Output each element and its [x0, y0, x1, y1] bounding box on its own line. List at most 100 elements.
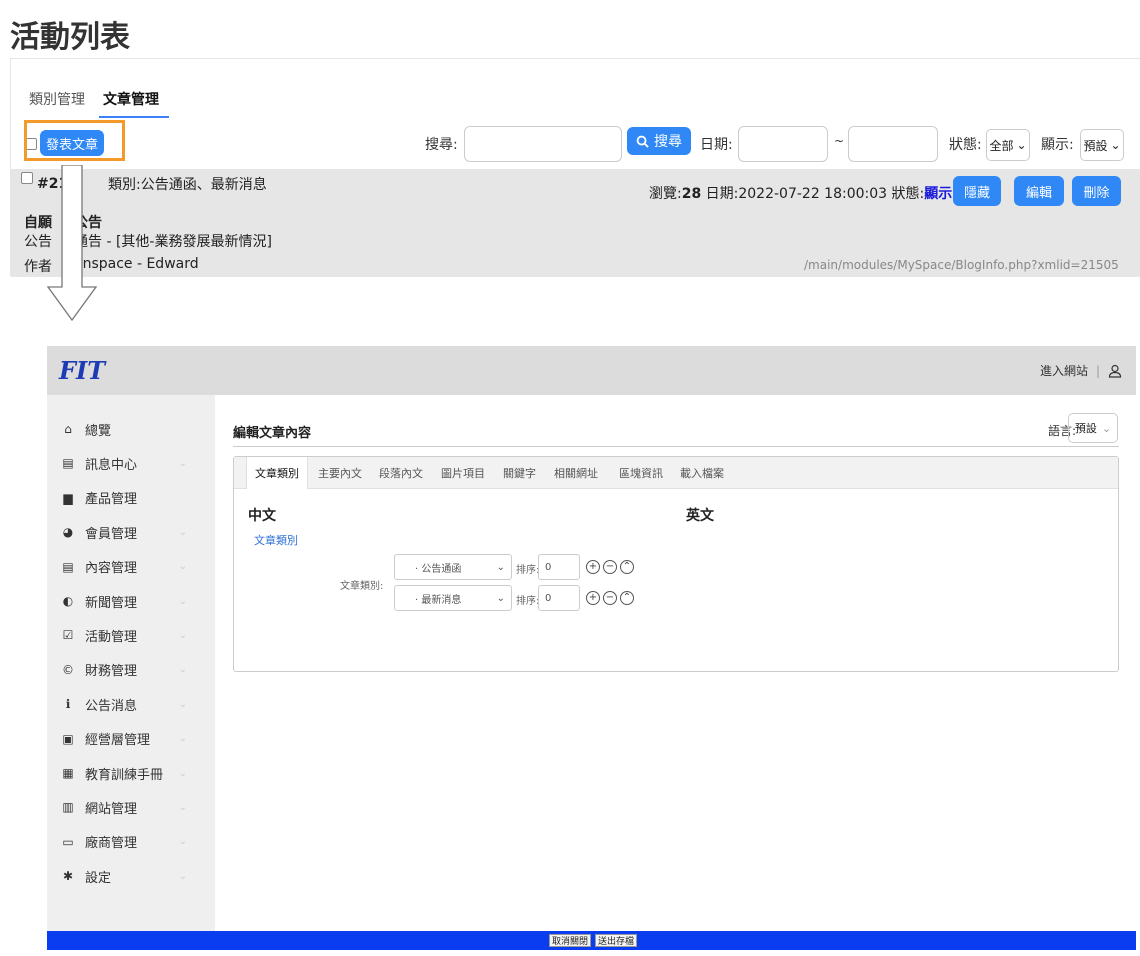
member-icon: ◕	[62, 525, 74, 540]
chevron-down-icon: ⌄	[178, 561, 187, 573]
up-circle-icon[interactable]: ⌃	[620, 591, 634, 605]
globe-icon: ◐	[62, 594, 74, 608]
views-label: 瀏覽:	[649, 186, 682, 202]
fit-logo[interactable]: FIT	[59, 356, 105, 385]
sidebar-item[interactable]: ▦ 教育訓練手冊 ⌄	[61, 763, 201, 783]
remove-circle-icon[interactable]: −	[603, 560, 617, 574]
sidebar-item[interactable]: ▭ 廠商管理 ⌄	[61, 832, 201, 852]
card-tab[interactable]: 相關網址	[554, 457, 598, 489]
sidebar-item-label: 新聞管理	[85, 595, 138, 611]
sort-input-2[interactable]: 0	[538, 585, 580, 611]
sidebar-item-label: 產品管理	[85, 492, 138, 508]
record-checkbox[interactable]	[21, 172, 33, 184]
add-circle-icon[interactable]: +	[586, 591, 600, 605]
delete-button[interactable]: 刪除	[1072, 176, 1121, 206]
display-label: 顯示:	[1041, 137, 1074, 153]
chevron-down-icon: ⌄	[1016, 138, 1027, 152]
category-select-1-value: · 公告通函	[415, 563, 462, 575]
language-select-value: 預設	[1074, 422, 1097, 435]
tab-article-management[interactable]: 文章管理	[99, 89, 169, 118]
search-input[interactable]	[464, 126, 622, 162]
title-divider	[233, 446, 1119, 447]
up-circle-icon[interactable]: ⌃	[620, 560, 634, 574]
chevron-down-icon: ⌄	[178, 836, 187, 848]
record-url[interactable]: /main/modules/MySpace/BlogInfo.php?xmlid…	[804, 258, 1119, 272]
hide-button[interactable]: 隱藏	[953, 176, 1001, 206]
category-field-label: 文章類別:	[340, 581, 384, 592]
board-icon: ▣	[62, 731, 74, 746]
sidebar-item[interactable]: © 財務管理 ⌄	[61, 660, 201, 680]
home-icon: ⌂	[64, 422, 72, 436]
manual-icon: ▦	[62, 766, 74, 780]
toolbar: 發表文章 搜尋: 搜尋 日期: ~ 狀態: 全部 ⌄ 顯示: 預設 ⌄	[11, 121, 1140, 163]
sidebar-item[interactable]: ▆ 產品管理	[61, 488, 201, 508]
sidebar-item-label: 財務管理	[85, 664, 138, 680]
sidebar-item[interactable]: ☑ 活動管理 ⌄	[61, 625, 201, 645]
chevron-down-icon: ⌄	[178, 629, 187, 641]
sidebar-item-label: 會員管理	[85, 526, 138, 542]
add-circle-icon[interactable]: +	[586, 560, 600, 574]
chevron-down-icon: ⌄	[178, 664, 187, 676]
sidebar-item-label: 內容管理	[85, 561, 138, 577]
sidebar-item[interactable]: ▣ 經營層管理 ⌄	[61, 729, 201, 749]
card-tab[interactable]: 主要內文	[318, 457, 362, 489]
search-icon	[636, 135, 649, 148]
display-select[interactable]: 預設 ⌄	[1080, 129, 1124, 161]
chevron-down-icon: ⌄	[496, 592, 505, 604]
cancel-close-button[interactable]: 取消關閉	[549, 934, 592, 947]
sidebar-item[interactable]: ◐ 新聞管理 ⌄	[61, 591, 201, 611]
down-arrow-icon	[46, 165, 98, 322]
date-start-input[interactable]	[738, 126, 828, 162]
card-tab[interactable]: 關鍵字	[503, 457, 536, 489]
sort-input-1[interactable]: 0	[538, 554, 580, 580]
edit-button[interactable]: 編輯	[1014, 176, 1064, 206]
record-status-label: 狀態:	[891, 186, 925, 202]
tab-category-management[interactable]: 類別管理	[29, 89, 85, 118]
enter-site-link[interactable]: 進入網站	[1040, 362, 1088, 379]
user-icon[interactable]	[1108, 364, 1122, 378]
card-tab[interactable]: 圖片項目	[441, 457, 485, 489]
category-select-2-value: · 最新消息	[415, 594, 462, 606]
chevron-down-icon: ⌄	[1110, 138, 1121, 152]
sidebar-item[interactable]: ▤ 內容管理 ⌄	[61, 557, 201, 577]
sidebar-item-label: 設定	[85, 870, 112, 886]
card-tab[interactable]: 文章類別	[246, 457, 308, 489]
category-select-1[interactable]: · 公告通函 ⌄	[394, 554, 512, 580]
footer-bar: 取消關閉 送出存檔	[47, 931, 1136, 950]
date-label: 日期:	[700, 137, 733, 153]
record-category: 類別:公告通函、最新消息	[108, 177, 267, 193]
record-line2-b: 通告 - [其他-業務發展最新情況]	[74, 234, 272, 250]
date-end-input[interactable]	[848, 126, 938, 162]
sidebar-item[interactable]: ℹ 公告消息 ⌄	[61, 694, 201, 714]
record-status-value: 顯示	[924, 186, 953, 202]
sidebar-item-label: 網站管理	[85, 801, 138, 817]
main-title: 編輯文章內容	[233, 426, 312, 441]
sidebar-item[interactable]: ⌂ 總覽	[61, 419, 201, 439]
sidebar-item[interactable]: ▤ 訊息中心 ⌄	[61, 453, 201, 473]
chevron-down-icon: ⌄	[178, 733, 187, 745]
submit-save-button[interactable]: 送出存檔	[595, 934, 638, 947]
chevron-down-icon: ⌄	[178, 767, 187, 779]
card-tab-bar: 文章類別 主要內文 段落內文 圖片項目 關鍵字 相關網址 區塊資訊 載入檔案	[234, 457, 1118, 489]
edit-card: 文章類別 主要內文 段落內文 圖片項目 關鍵字 相關網址 區塊資訊 載入檔案 中文 英文 文章…	[233, 456, 1119, 672]
language-select[interactable]: 預設 ⌄	[1068, 413, 1118, 443]
sidebar-item[interactable]: ▥ 網站管理 ⌄	[61, 797, 201, 817]
status-select[interactable]: 全部 ⌄	[986, 129, 1030, 161]
chevron-down-icon: ⌄	[178, 526, 187, 538]
display-select-value: 預設	[1083, 138, 1108, 153]
category-link[interactable]: 文章類別	[254, 532, 298, 548]
chevron-down-icon: ⌄	[178, 595, 187, 607]
chevron-down-icon: ⌄	[178, 698, 187, 710]
search-button[interactable]: 搜尋	[627, 127, 691, 155]
header-separator: |	[1095, 363, 1100, 378]
gear-icon: ✱	[62, 869, 74, 884]
card-tab[interactable]: 段落內文	[379, 457, 423, 489]
category-select-2[interactable]: · 最新消息 ⌄	[394, 585, 512, 611]
article-record: #21 類別:公告通函、最新消息 瀏覽:28 日期:2022-07-22 18:…	[11, 169, 1140, 277]
sidebar-item[interactable]: ✱ 設定 ⌄	[61, 866, 201, 886]
remove-circle-icon[interactable]: −	[603, 591, 617, 605]
page-title: 活動列表	[10, 20, 130, 55]
card-tab[interactable]: 區塊資訊	[619, 457, 663, 489]
sidebar-item[interactable]: ◕ 會員管理 ⌄	[61, 522, 201, 542]
card-tab[interactable]: 載入檔案	[680, 457, 724, 489]
